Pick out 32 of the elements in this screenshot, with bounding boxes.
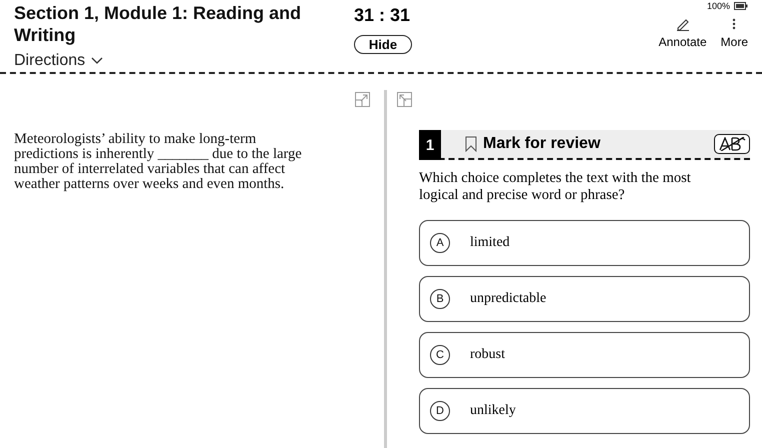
option-letter: B	[430, 289, 450, 309]
answer-option[interactable]: C robust	[419, 332, 750, 378]
answer-option[interactable]: D unlikely	[419, 388, 750, 434]
section-title: Section 1, Module 1: Reading and Writing	[14, 2, 302, 46]
more-button[interactable]: More	[720, 17, 748, 49]
directions-dropdown[interactable]: Directions	[14, 52, 104, 70]
hide-button[interactable]: Hide	[354, 35, 412, 54]
pencil-icon	[676, 17, 690, 31]
battery-percent: 100%	[706, 1, 730, 11]
answer-option[interactable]: A limited	[419, 220, 750, 266]
question-number: 1	[419, 130, 441, 160]
option-text: limited	[470, 235, 510, 251]
option-letter: D	[430, 401, 450, 421]
collapse-icon[interactable]	[397, 92, 412, 107]
question-prompt: Which choice completes the text with the most logical and precise word or phrase?	[419, 170, 692, 204]
answer-option[interactable]: B unpredictable	[419, 276, 750, 322]
expand-icon[interactable]	[355, 92, 370, 107]
timer: 31 : 31	[354, 5, 410, 26]
annotate-button[interactable]: Annotate	[658, 17, 707, 49]
bookmark-icon	[465, 136, 477, 152]
option-text: unlikely	[470, 403, 516, 419]
battery-icon	[734, 2, 748, 10]
option-letter: C	[430, 345, 450, 365]
option-letter: A	[430, 233, 450, 253]
strikethrough-abc-icon	[718, 137, 746, 151]
eliminator-button[interactable]	[714, 134, 750, 154]
more-icon	[732, 17, 736, 31]
passage-text: Meteorologists’ ability to make long-term predictions is inherently _______ due to the large number of interrelated variables that can affect weather patterns over weeks and even months.	[14, 132, 303, 192]
chevron-down-icon	[91, 57, 104, 65]
mark-for-review-button[interactable]: Mark for review	[465, 135, 600, 153]
option-text: robust	[470, 347, 505, 363]
option-text: unpredictable	[470, 291, 546, 307]
